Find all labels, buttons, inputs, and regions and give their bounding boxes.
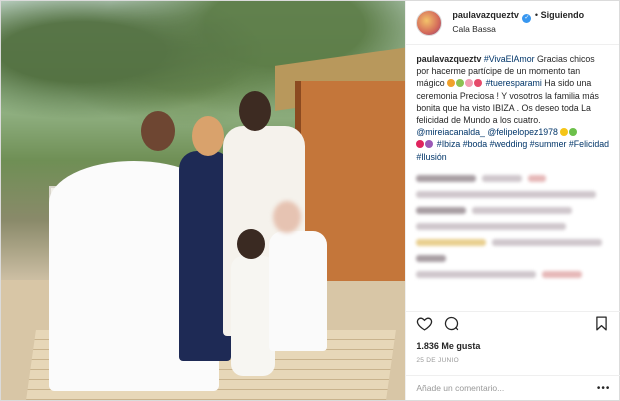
mention-mireiacanalda[interactable]: @mireiacanalda_ xyxy=(416,127,485,137)
emoji-sun-icon xyxy=(447,79,456,88)
photo-person-groom-head xyxy=(239,91,271,131)
blurred-comment xyxy=(416,188,609,201)
post-photo[interactable] xyxy=(1,1,406,400)
blurred-comment xyxy=(416,252,609,265)
more-options-icon[interactable]: ••• xyxy=(597,383,611,394)
post-sidebar: paulavazqueztv ✓ • Siguiendo Cala Bassa … xyxy=(405,1,620,400)
photo-person-girl-head xyxy=(273,201,301,233)
heart-icon[interactable] xyxy=(416,315,433,337)
photo-person-girl-body xyxy=(269,231,327,351)
verified-badge-icon: ✓ xyxy=(522,14,532,23)
bookmark-icon[interactable] xyxy=(593,315,610,337)
hashtag-ibiza[interactable]: #Ibiza xyxy=(437,139,460,149)
blurred-comment xyxy=(416,236,609,249)
hashtag-wedding[interactable]: #wedding xyxy=(490,139,528,149)
post-date: 25 DE JUNIO xyxy=(416,357,460,364)
emoji-flower-icon xyxy=(474,79,483,88)
like-count[interactable]: 1.836 Me gusta xyxy=(416,341,480,351)
caption-username[interactable]: paulavazqueztv xyxy=(416,54,481,64)
instagram-post: paulavazqueztv ✓ • Siguiendo Cala Bassa … xyxy=(0,0,620,401)
hashtag-summer[interactable]: #summer xyxy=(530,139,567,149)
emoji-red-heart-icon xyxy=(416,140,425,149)
location-link[interactable]: Cala Bassa xyxy=(452,23,584,36)
caption: paulavazqueztv #VivaElAmor Gracias chico… xyxy=(406,45,619,303)
emoji-green-heart-icon xyxy=(569,128,578,137)
blurred-comment xyxy=(416,172,609,185)
following-button[interactable]: Siguiendo xyxy=(541,10,585,20)
separator-dot: • xyxy=(534,10,539,20)
comment-input[interactable]: Añade un comentario... xyxy=(416,383,504,393)
post-actions xyxy=(406,311,620,339)
comment-box[interactable]: Añade un comentario... ••• xyxy=(406,375,620,400)
hashtag-vivaelamor[interactable]: #VivaElAmor xyxy=(484,54,535,64)
emoji-yellow-heart-icon xyxy=(560,128,569,137)
blurred-comment xyxy=(416,220,609,233)
blurred-comment xyxy=(416,204,609,217)
hashtag-felicidad[interactable]: #Felicidad xyxy=(569,139,609,149)
emoji-purple-heart-icon xyxy=(425,140,434,149)
emoji-bouquet-icon xyxy=(456,79,465,88)
avatar[interactable] xyxy=(416,9,443,36)
blurred-comment xyxy=(416,268,609,281)
hashtag-boda[interactable]: #boda xyxy=(463,139,487,149)
username-link[interactable]: paulavazqueztv xyxy=(452,10,519,20)
emoji-ribbon-icon xyxy=(465,79,474,88)
hashtag-ilusion[interactable]: #Ilusión xyxy=(416,152,446,162)
photo-person-guest-head xyxy=(192,116,224,156)
photo-person-bride-head xyxy=(141,111,175,151)
photo-person-boy-head xyxy=(237,229,265,259)
mention-felipelopez[interactable]: @felipelopez1978 xyxy=(487,127,558,137)
comment-icon[interactable] xyxy=(443,315,460,337)
post-header-text: paulavazqueztv ✓ • Siguiendo Cala Bassa xyxy=(452,9,584,36)
post-header: paulavazqueztv ✓ • Siguiendo Cala Bassa xyxy=(406,1,619,45)
hashtag-tueresparami[interactable]: #tueresparami xyxy=(486,78,542,88)
